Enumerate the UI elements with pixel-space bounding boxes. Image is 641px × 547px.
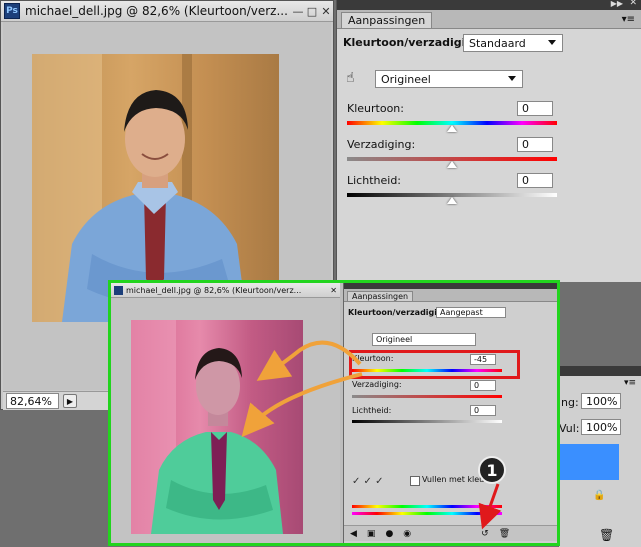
- orange-arrow-top: [256, 340, 362, 381]
- red-arrow: [478, 483, 502, 530]
- callout-badge: 1: [478, 456, 506, 484]
- annotation-arrows: [241, 340, 502, 530]
- orange-arrow-bottom: [241, 372, 363, 438]
